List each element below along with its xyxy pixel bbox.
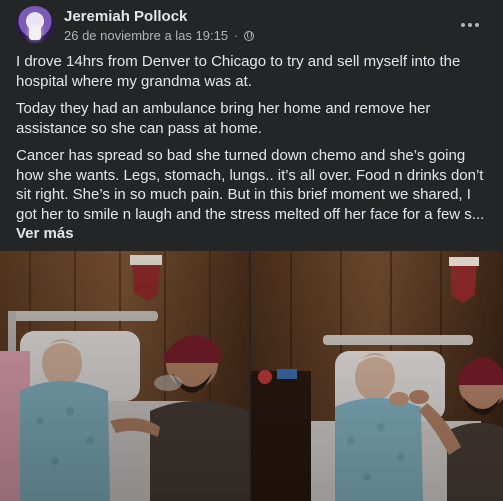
post-photo-1[interactable] [0,251,249,501]
post-text: I drove 14hrs from Denver to Chicago to … [16,52,494,244]
feed-post: Jeremiah Pollock 26 de noviembre a las 1… [0,0,503,501]
photo-grid [0,251,503,501]
see-more-link[interactable]: Ver más [16,224,494,244]
post-photo-2[interactable] [251,251,503,501]
post-timestamp[interactable]: 26 de noviembre a las 19:15 [64,28,228,43]
post-header: Jeremiah Pollock 26 de noviembre a las 1… [16,4,491,46]
photo-1-image [0,251,249,501]
post-paragraph: Today they had an ambulance bring her ho… [16,100,431,137]
photo-2-image [251,251,503,501]
author-name[interactable]: Jeremiah Pollock [64,8,187,25]
meta-separator: · [233,28,239,43]
post-meta: 26 de noviembre a las 19:15 · [64,28,254,43]
post-paragraph: Cancer has spread so bad she turned down… [16,147,485,223]
author-avatar[interactable] [16,6,54,44]
more-options-button[interactable] [455,10,485,40]
more-options-icon [461,23,479,27]
post-paragraph: I drove 14hrs from Denver to Chicago to … [16,53,461,90]
globe-icon[interactable] [243,31,254,41]
